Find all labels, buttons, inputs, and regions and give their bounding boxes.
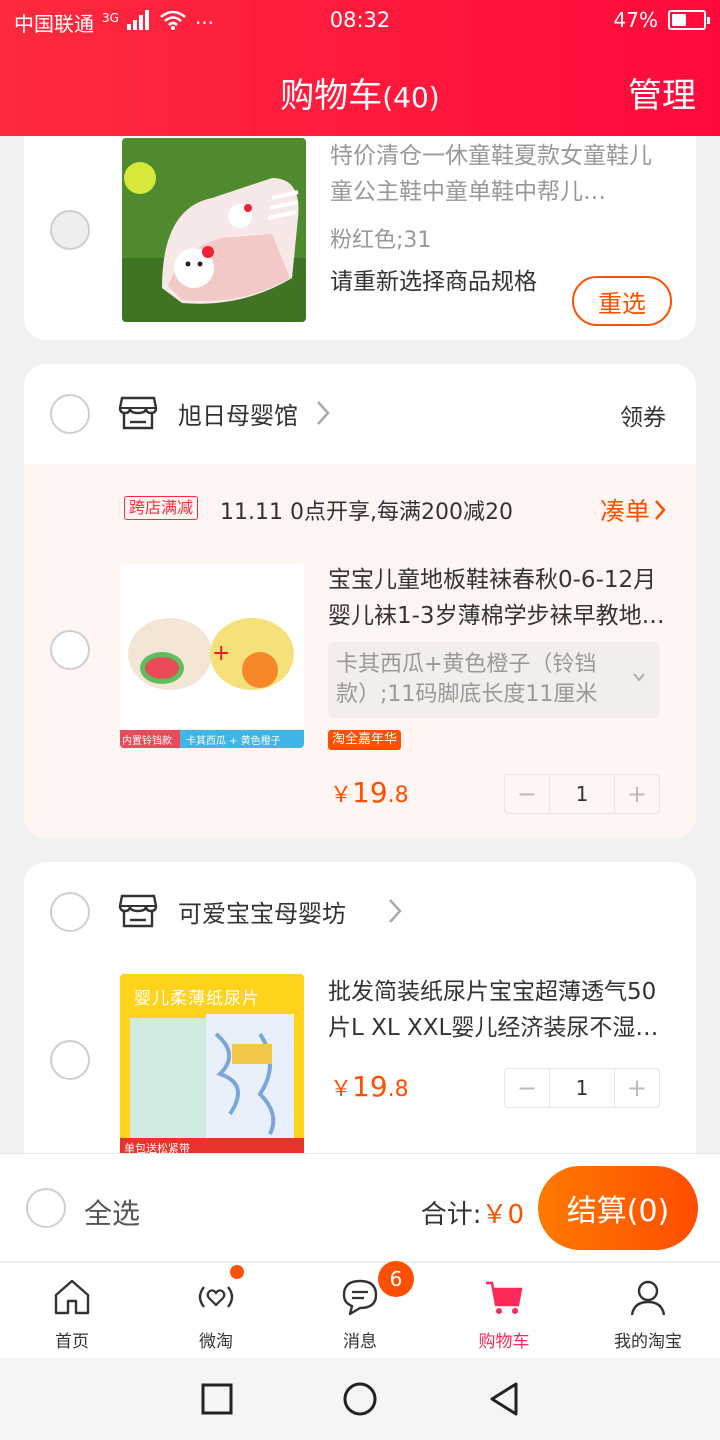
status-bar: 中国联通 3G ··· 08:32 47% [0, 0, 720, 44]
page-title: 购物车(40) [0, 68, 720, 117]
store-icon [118, 892, 158, 934]
store-icon [118, 394, 158, 436]
home-circle-icon[interactable] [342, 1381, 378, 1417]
checkout-bar: 全选 合计:￥0 结算(0) [0, 1153, 720, 1261]
reselect-notice: 请重新选择商品规格 [330, 269, 537, 295]
quantity-value[interactable]: 1 [549, 775, 615, 813]
image-caption: 单包送松紧带 [124, 1142, 190, 1153]
product-image-diapers[interactable]: 婴儿柔薄纸尿片 单包送松紧带 [120, 974, 304, 1153]
tab-label: 购物车 [478, 1332, 530, 1352]
shop-name[interactable]: 可爱宝宝母婴坊 [178, 894, 346, 929]
promo-link[interactable]: 凑单 [600, 492, 666, 528]
chevron-down-icon [633, 673, 645, 682]
quantity-stepper: − 1 + [504, 1068, 660, 1108]
promo-text: 11.11 0点开享,每满200减20 [220, 500, 513, 525]
chevron-right-icon [316, 400, 330, 430]
spec-selector[interactable]: 卡其西瓜+黄色橙子（铃铛款）;11码脚底长度11厘米 [328, 642, 660, 718]
event-badge: 淘全嘉年华 [328, 730, 402, 750]
promo-section: 跨店满减 11.11 0点开享,每满200减20 凑单 + 内置铃铛款 卡其西瓜… [24, 464, 696, 838]
page-title-text: 购物车 [280, 76, 383, 116]
shopping-cart-icon [486, 1281, 523, 1314]
broadcast-heart-icon [198, 1286, 234, 1308]
decrease-button[interactable]: − [505, 775, 549, 813]
increase-button[interactable]: + [615, 1069, 659, 1107]
tab-home[interactable]: 首页 [0, 1263, 144, 1359]
message-badge: 6 [378, 1261, 414, 1297]
product-image-shoes[interactable] [122, 138, 306, 322]
shop-name[interactable]: 旭日母婴馆 [178, 396, 298, 431]
shop-card-keai: 可爱宝宝母婴坊 婴儿柔薄纸尿片 单包送松紧带 批发简装纸尿片宝宝超薄透气50片L… [24, 862, 696, 1153]
recent-apps-icon[interactable] [201, 1383, 233, 1415]
tab-label: 消息 [343, 1332, 377, 1352]
clock: 08:32 [329, 8, 391, 32]
product-image-socks[interactable]: + 内置铃铛款 卡其西瓜 + 黄色橙子 [120, 564, 304, 748]
product-price: ￥19.8 [330, 776, 409, 809]
tab-profile[interactable]: 我的淘宝 [576, 1263, 720, 1359]
cart-count: (40) [382, 81, 440, 114]
tab-label: 微淘 [199, 1332, 233, 1352]
shop-card-xuri: 旭日母婴馆 领券 跨店满减 11.11 0点开享,每满200减20 凑单 + 内… [24, 364, 696, 838]
chevron-right-icon [655, 500, 666, 520]
system-nav-bar [0, 1358, 720, 1440]
product-title[interactable]: 批发简装纸尿片宝宝超薄透气50片L XL XXL婴儿经济装尿不湿… [328, 974, 672, 1046]
tab-messages[interactable]: 6 消息 [288, 1261, 432, 1359]
tab-bar: 首页 微淘 6 消息 购物车 我的淘宝 [0, 1261, 720, 1359]
total-summary: 合计:￥0 [421, 1194, 524, 1231]
user-icon [630, 1280, 666, 1316]
item-checkbox[interactable] [50, 1040, 90, 1080]
back-icon[interactable] [488, 1381, 520, 1417]
chat-bubble-icon [342, 1279, 378, 1316]
select-all-label[interactable]: 全选 [84, 1192, 140, 1232]
shop-checkbox[interactable] [50, 892, 90, 932]
tab-label: 我的淘宝 [614, 1332, 682, 1352]
product-title[interactable]: 宝宝儿童地板鞋袜春秋0-6-12月婴儿袜1-3岁薄棉学步袜早教地… [328, 562, 668, 634]
select-all-checkbox[interactable] [26, 1188, 66, 1228]
image-caption-left: 内置铃铛款 [122, 736, 172, 747]
checkout-button[interactable]: 结算(0) [538, 1166, 698, 1250]
tab-label: 首页 [55, 1332, 89, 1352]
price-decimal: .8 [387, 783, 409, 808]
status-right: 47% [613, 8, 710, 32]
battery-percent: 47% [613, 8, 658, 32]
promo-link-text: 凑单 [599, 497, 650, 526]
shop-header: 旭日母婴馆 领券 [24, 364, 696, 464]
svg-text:+: + [212, 641, 230, 666]
product-price: ￥19.8 [330, 1070, 409, 1103]
battery-icon [668, 10, 710, 30]
reselect-button[interactable]: 重选 [572, 276, 672, 326]
product-title-invalid[interactable]: 特价清仓一休童鞋夏款女童鞋儿童公主鞋中童单鞋中帮儿… [330, 138, 670, 210]
currency-symbol: ￥ [330, 1077, 353, 1102]
chevron-right-icon [388, 898, 402, 928]
item-checkbox-disabled[interactable] [50, 210, 90, 250]
tab-cart[interactable]: 购物车 [432, 1263, 576, 1359]
image-banner: 婴儿柔薄纸尿片 [134, 989, 260, 1009]
coupon-button[interactable]: 领券 [620, 398, 666, 432]
decrease-button[interactable]: − [505, 1069, 549, 1107]
shop-header: 可爱宝宝母婴坊 [24, 862, 696, 962]
image-caption-right: 卡其西瓜 + 黄色橙子 [186, 736, 281, 747]
notification-dot [230, 1265, 244, 1279]
currency-symbol: ￥ [330, 783, 353, 808]
price-integer: 19 [352, 1070, 388, 1103]
price-integer: 19 [352, 776, 388, 809]
battery-fill [672, 14, 687, 26]
promo-tag: 跨店满减 [124, 496, 199, 520]
shop-checkbox[interactable] [50, 394, 90, 434]
home-icon [54, 1279, 90, 1315]
price-decimal: .8 [387, 1077, 409, 1102]
total-label: 合计: [420, 1200, 482, 1230]
tab-weitao[interactable]: 微淘 [144, 1263, 288, 1359]
title-row: 购物车(40) 管理 [0, 60, 720, 120]
quantity-stepper: − 1 + [504, 774, 660, 814]
product-spec-invalid: 粉红色;31 [330, 228, 432, 253]
quantity-value[interactable]: 1 [549, 1069, 615, 1107]
item-checkbox[interactable] [50, 630, 90, 670]
manage-button[interactable]: 管理 [628, 68, 696, 117]
header-bar: 中国联通 3G ··· 08:32 47% 购物车(40) 管理 [0, 0, 720, 136]
total-value: ￥0 [481, 1200, 524, 1230]
invalid-item-card: 特价清仓一休童鞋夏款女童鞋儿童公主鞋中童单鞋中帮儿… 粉红色;31 请重新选择商… [24, 136, 696, 340]
increase-button[interactable]: + [615, 775, 659, 813]
spec-text: 卡其西瓜+黄色橙子（铃铛款）;11码脚底长度11厘米 [336, 652, 598, 707]
